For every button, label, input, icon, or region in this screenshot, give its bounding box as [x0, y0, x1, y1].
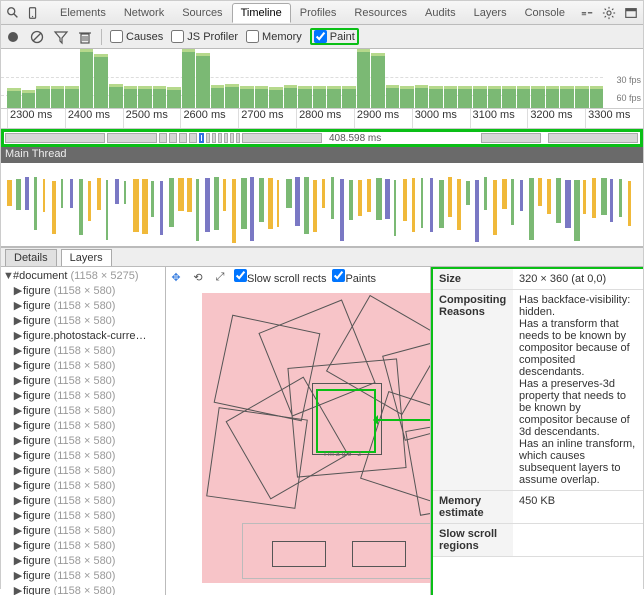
- tree-item[interactable]: ▶figure (1158 × 580): [3, 568, 163, 583]
- device-icon[interactable]: [25, 5, 41, 21]
- flame-chart[interactable]: [1, 163, 643, 247]
- causes-label: Causes: [126, 31, 163, 43]
- subtab-layers[interactable]: Layers: [61, 249, 112, 266]
- memory-label: Memory: [262, 31, 302, 43]
- tree-item[interactable]: ▶figure (1158 × 580): [3, 388, 163, 403]
- fps-chart[interactable]: 30 fps 60 fps: [1, 49, 643, 109]
- reasons-key: Compositing Reasons: [433, 290, 513, 491]
- tree-item[interactable]: ▶figure (1158 × 580): [3, 358, 163, 373]
- reasons-value: Has backface-visibility: hidden. Has a t…: [513, 290, 643, 491]
- garbage-icon[interactable]: [77, 29, 93, 45]
- tick: 2300 ms: [7, 109, 65, 128]
- canvas-toolbar: ✥ ⟲ ⤢ Slow scroll rects Paints: [168, 269, 376, 285]
- size-key: Size: [433, 269, 513, 290]
- pan-icon[interactable]: ✥: [168, 269, 184, 285]
- tab-layers[interactable]: Layers: [465, 3, 516, 23]
- tree-item[interactable]: ▶figure (1158 × 580): [3, 283, 163, 298]
- tree-item[interactable]: ▶figure (1158 × 580): [3, 298, 163, 313]
- rotate-icon[interactable]: ⟲: [190, 269, 206, 285]
- fps30-label: 30 fps: [616, 75, 641, 85]
- tree-item[interactable]: ▶figure (1158 × 580): [3, 523, 163, 538]
- tick: 3000 ms: [412, 109, 470, 128]
- tick: 2400 ms: [65, 109, 123, 128]
- tree-item[interactable]: ▶figure (1158 × 580): [3, 343, 163, 358]
- search-icon[interactable]: [5, 5, 21, 21]
- memory-checkbox[interactable]: Memory: [246, 30, 302, 43]
- tree-item[interactable]: ▶figure (1158 × 580): [3, 313, 163, 328]
- layer-details: Size320 × 360 (at 0,0) Compositing Reaso…: [431, 267, 643, 595]
- jsprofiler-checkbox[interactable]: JS Profiler: [171, 30, 238, 43]
- mem-value: 450 KB: [513, 491, 643, 524]
- tab-sources[interactable]: Sources: [173, 3, 231, 23]
- tick: 3300 ms: [585, 109, 643, 128]
- drawer-icon[interactable]: [579, 5, 595, 21]
- time-ruler[interactable]: 2300 ms 2400 ms 2500 ms 2600 ms 2700 ms …: [1, 109, 643, 129]
- overview-strip[interactable]: 408.598 ms: [1, 129, 643, 147]
- tree-item[interactable]: ▶figure (1158 × 580): [3, 478, 163, 493]
- layer-tree[interactable]: ▼#document (1158 × 5275) ▶figure (1158 ×…: [1, 267, 166, 595]
- jsprofiler-label: JS Profiler: [187, 31, 238, 43]
- record-icon[interactable]: [5, 29, 21, 45]
- tab-timeline[interactable]: Timeline: [232, 3, 291, 23]
- tree-item[interactable]: ▶figure (1158 × 580): [3, 418, 163, 433]
- size-value: 320 × 360 (at 0,0): [513, 269, 643, 290]
- tab-network[interactable]: Network: [115, 3, 173, 23]
- layer-visual: Image 2: [202, 293, 431, 583]
- tab-audits[interactable]: Audits: [416, 3, 465, 23]
- selected-layer-outline: [316, 389, 376, 453]
- fps-bars: [7, 52, 603, 108]
- tick: 3200 ms: [527, 109, 585, 128]
- timeline-toolbar: Causes JS Profiler Memory Paint: [1, 25, 643, 49]
- thread-label: Main Thread: [1, 147, 643, 163]
- slow-scroll-checkbox[interactable]: Slow scroll rects: [234, 269, 326, 285]
- tick: 2700 ms: [238, 109, 296, 128]
- settings-icon[interactable]: [601, 5, 617, 21]
- inner-caption: Image 2: [324, 451, 363, 458]
- tab-profiles[interactable]: Profiles: [291, 3, 346, 23]
- tick: 2800 ms: [296, 109, 354, 128]
- sub-tabs: Details Layers: [1, 247, 643, 267]
- subtab-details[interactable]: Details: [5, 249, 57, 266]
- devtools-toolbar: Elements Network Sources Timeline Profil…: [1, 1, 643, 25]
- tick: 2500 ms: [123, 109, 181, 128]
- panel-tabs: Elements Network Sources Timeline Profil…: [51, 3, 574, 23]
- causes-checkbox[interactable]: Causes: [110, 30, 163, 43]
- tree-item[interactable]: ▶figure (1158 × 580): [3, 538, 163, 553]
- paint-label: Paint: [330, 31, 355, 43]
- paints-checkbox[interactable]: Paints: [332, 269, 376, 285]
- fps60-label: 60 fps: [616, 93, 641, 103]
- callout-arrow: [376, 419, 431, 421]
- tree-item[interactable]: ▶figure (1158 × 580): [3, 403, 163, 418]
- mem-key: Memory estimate: [433, 491, 513, 524]
- tab-elements[interactable]: Elements: [51, 3, 115, 23]
- reset-icon[interactable]: ⤢: [212, 269, 228, 285]
- paints-label: Paints: [345, 273, 376, 285]
- tree-item[interactable]: ▶figure.photostack-curre…: [3, 328, 163, 343]
- dock-icon[interactable]: [623, 5, 639, 21]
- slow-scroll-label: Slow scroll rects: [247, 273, 326, 285]
- lower-pane: ▼#document (1158 × 5275) ▶figure (1158 ×…: [1, 267, 643, 595]
- layer-canvas[interactable]: ✥ ⟲ ⤢ Slow scroll rects Paints Image 2: [166, 267, 431, 595]
- tick: 2900 ms: [354, 109, 412, 128]
- tree-item[interactable]: ▶figure (1158 × 580): [3, 373, 163, 388]
- tick: 3100 ms: [470, 109, 528, 128]
- overview-duration: 408.598 ms: [329, 133, 381, 144]
- tree-item[interactable]: ▶figure (1158 × 580): [3, 433, 163, 448]
- tree-item[interactable]: ▶figure (1158 × 580): [3, 508, 163, 523]
- tree-item[interactable]: ▶figure (1158 × 580): [3, 463, 163, 478]
- tree-item[interactable]: ▶figure (1158 × 580): [3, 583, 163, 595]
- ssr-value: [513, 524, 643, 557]
- tree-item[interactable]: ▶figure (1158 × 580): [3, 553, 163, 568]
- tree-item[interactable]: ▶figure (1158 × 580): [3, 493, 163, 508]
- tree-root[interactable]: ▼#document (1158 × 5275): [3, 269, 163, 283]
- tab-console[interactable]: Console: [516, 3, 574, 23]
- tick: 2600 ms: [180, 109, 238, 128]
- paint-highlight: Paint: [310, 28, 359, 45]
- paint-checkbox[interactable]: Paint: [314, 30, 355, 43]
- ssr-key: Slow scroll regions: [433, 524, 513, 557]
- tab-resources[interactable]: Resources: [345, 3, 416, 23]
- tree-item[interactable]: ▶figure (1158 × 580): [3, 448, 163, 463]
- clear-icon[interactable]: [29, 29, 45, 45]
- filter-icon[interactable]: [53, 29, 69, 45]
